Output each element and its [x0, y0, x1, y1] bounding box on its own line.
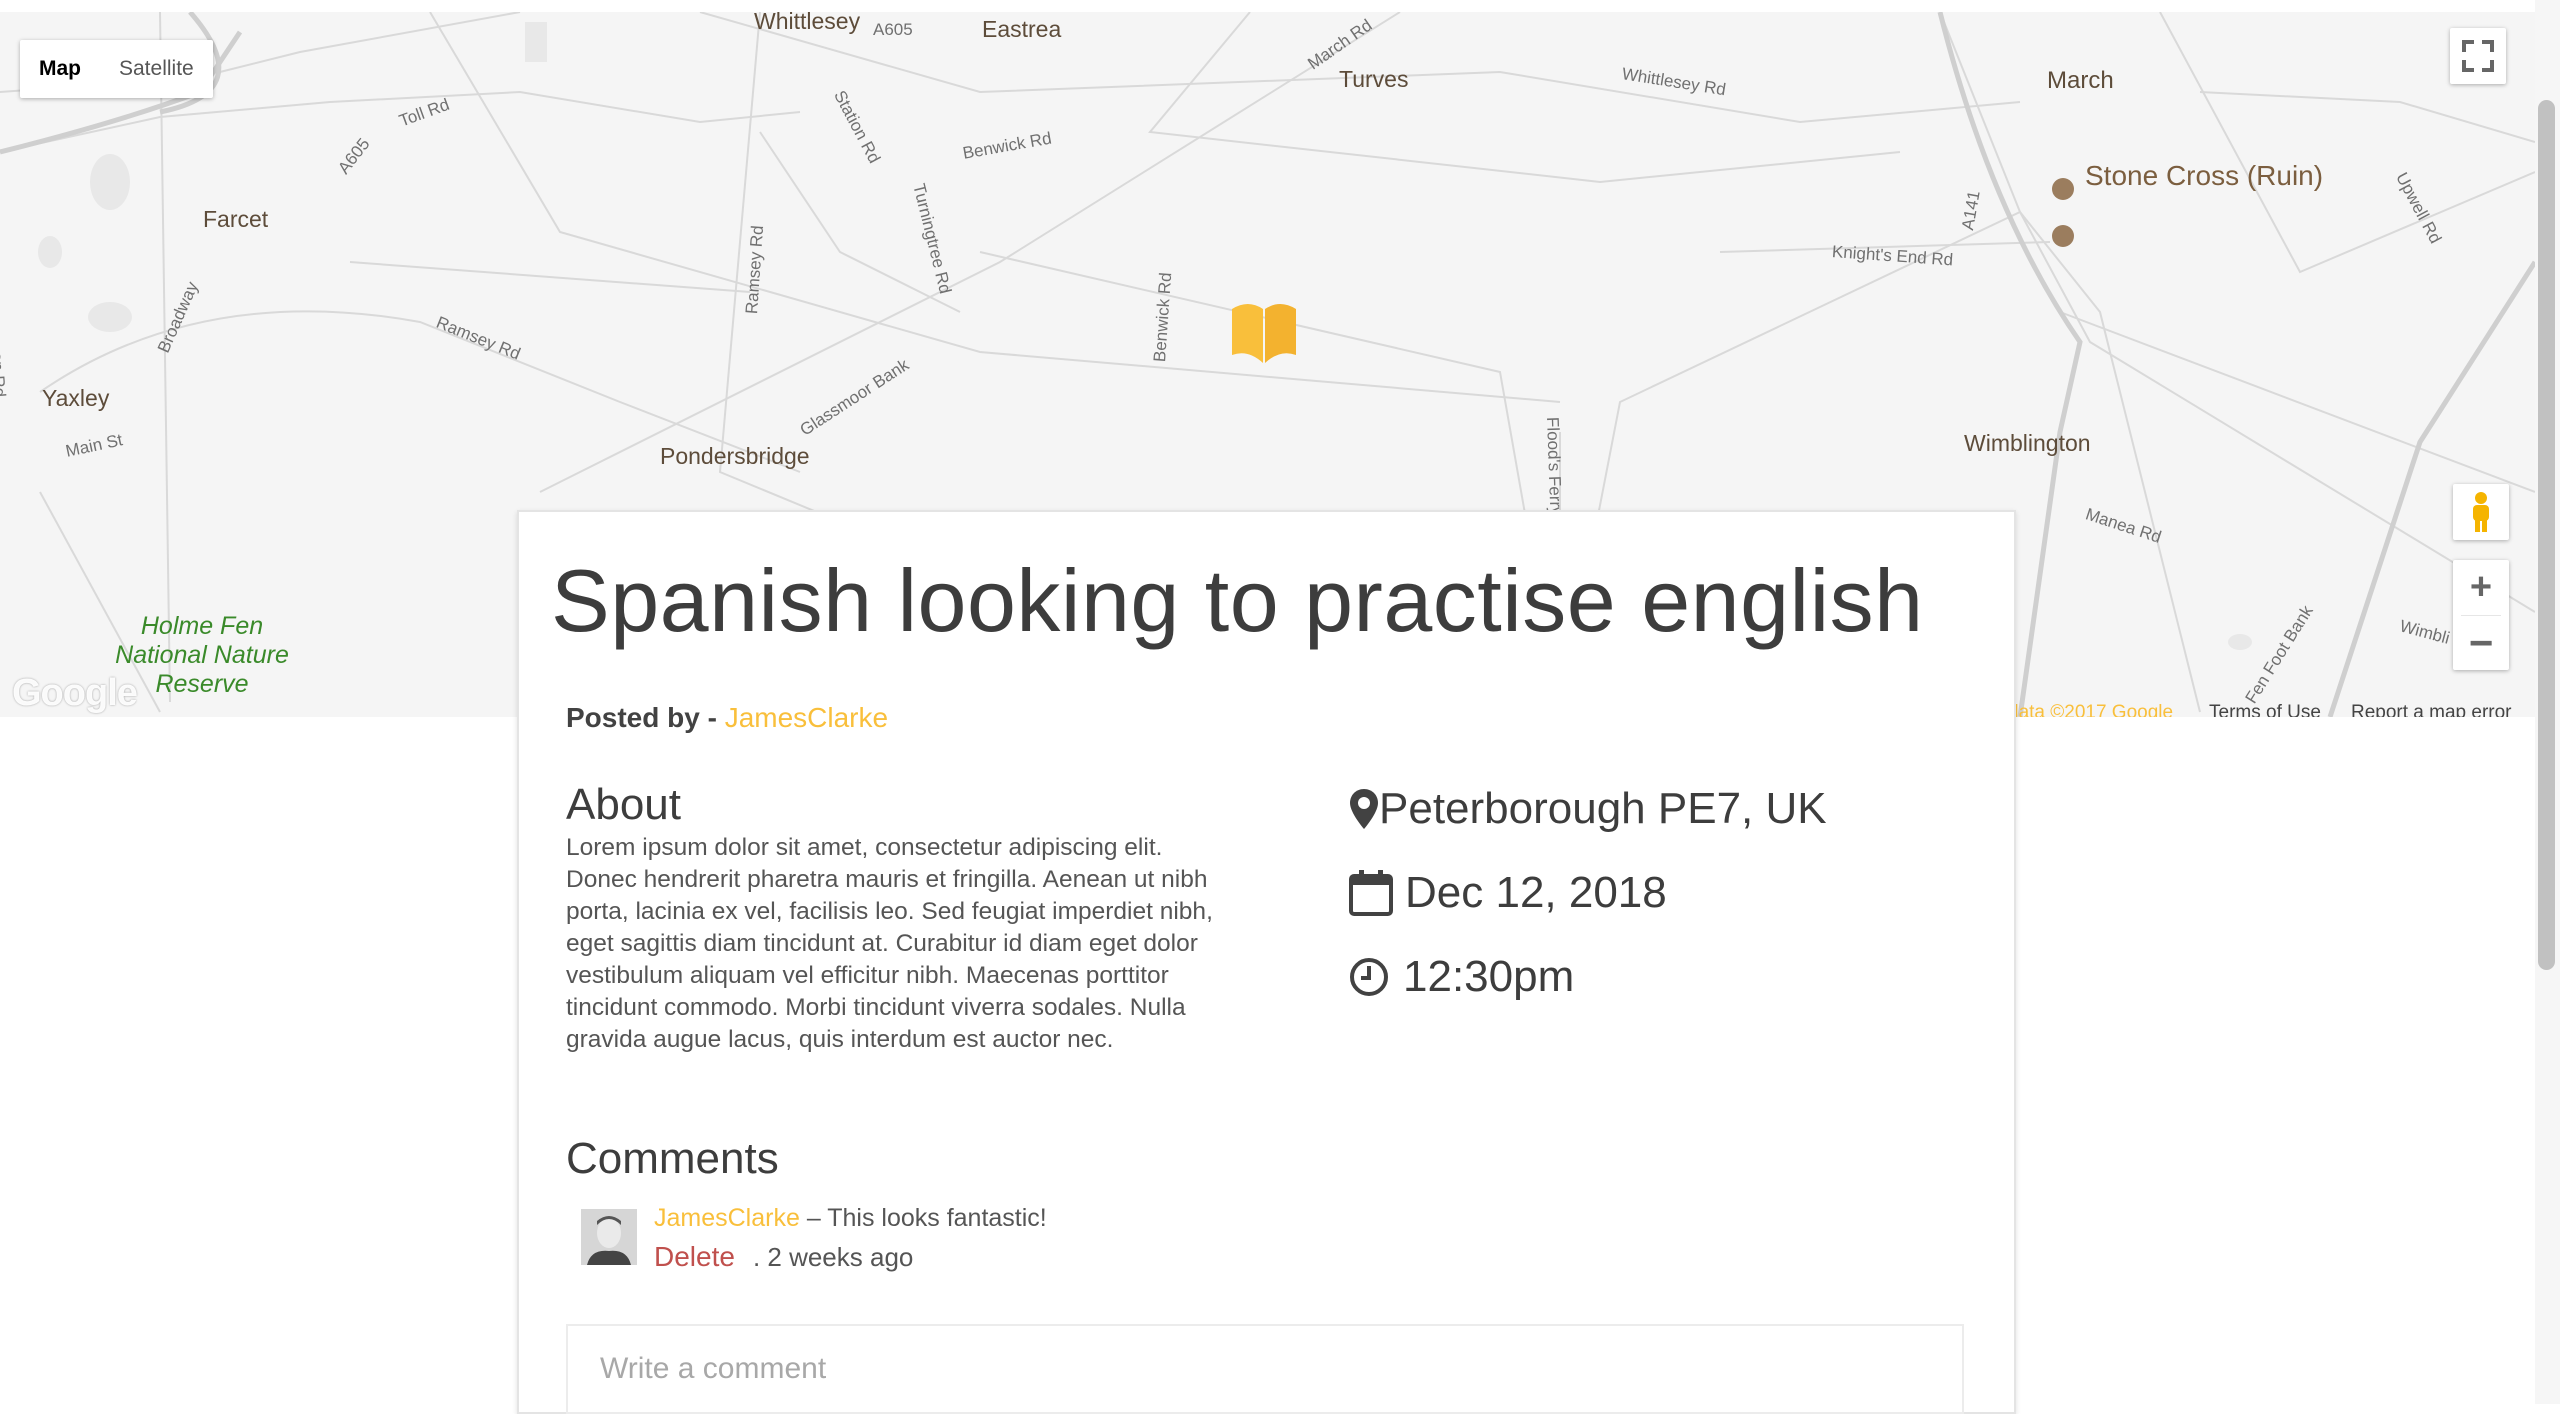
- pegman-icon: [2473, 492, 2489, 532]
- top-strip: [0, 0, 2560, 12]
- terms-of-use-link[interactable]: Terms of Use: [2209, 702, 2321, 717]
- map-type-satellite-button[interactable]: Satellite: [100, 40, 213, 98]
- delete-comment-button[interactable]: Delete: [654, 1241, 735, 1272]
- avatar[interactable]: [581, 1209, 637, 1265]
- zoom-in-button[interactable]: +: [2453, 561, 2509, 615]
- landmark-icon: [2052, 178, 2074, 200]
- calendar-icon: [1349, 870, 1393, 916]
- road-label: A605: [873, 20, 913, 39]
- comment-meta: Delete . 2 weeks ago: [654, 1241, 913, 1273]
- time-row: 12:30pm: [1349, 952, 1574, 1002]
- map-type-control: Map Satellite: [20, 40, 213, 98]
- map-type-map-button[interactable]: Map: [20, 40, 100, 98]
- google-logo[interactable]: Google: [12, 672, 138, 715]
- author-link[interactable]: JamesClarke: [725, 702, 888, 733]
- event-card: Spanish looking to practise english Post…: [517, 510, 2016, 1414]
- street-view-button[interactable]: [2453, 484, 2509, 540]
- location-text: Peterborough PE7, UK: [1379, 784, 1827, 833]
- location-row: Peterborough PE7, UK: [1349, 784, 1827, 834]
- date-text: Dec 12, 2018: [1405, 868, 1667, 917]
- map-data-attribution: data ©2017 Google: [2008, 702, 2174, 717]
- fullscreen-button[interactable]: [2450, 28, 2506, 84]
- comment-age: . 2 weeks ago: [752, 1242, 914, 1272]
- zoom-control: + −: [2453, 560, 2509, 670]
- comment-author-link[interactable]: JamesClarke: [654, 1204, 800, 1232]
- map-pin-icon: [1350, 789, 1378, 829]
- place-label: Pondersbridge: [660, 443, 810, 469]
- comment-text: – This looks fantastic!: [799, 1204, 1047, 1232]
- clock-icon: [1350, 958, 1388, 996]
- book-marker-icon[interactable]: [1230, 297, 1298, 363]
- user-avatar-icon: [581, 1209, 637, 1265]
- place-label: Yaxley: [42, 385, 110, 411]
- place-label: Farcet: [203, 206, 269, 232]
- comments-heading: Comments: [566, 1134, 779, 1183]
- poi-label[interactable]: Stone Cross (Ruin): [2085, 160, 2323, 192]
- place-label: Whittlesey: [754, 12, 861, 34]
- time-text: 12:30pm: [1403, 952, 1575, 1001]
- posted-by: Posted by - JamesClarke: [566, 702, 888, 734]
- comment-body: JamesClarke – This looks fantastic!: [654, 1204, 1047, 1233]
- place-label: March: [2047, 67, 2114, 94]
- place-label: Eastrea: [982, 16, 1062, 42]
- date-row: Dec 12, 2018: [1349, 868, 1667, 918]
- posted-by-label: Posted by -: [566, 702, 725, 733]
- place-label: Turves: [1339, 66, 1409, 92]
- museum-icon: [2052, 225, 2074, 247]
- comment-input[interactable]: [566, 1324, 1964, 1414]
- event-title: Spanish looking to practise english: [551, 551, 1924, 650]
- about-text: Lorem ipsum dolor sit amet, consectetur …: [566, 834, 1213, 1053]
- fullscreen-icon: [2462, 40, 2494, 72]
- scrollbar-thumb[interactable]: [2538, 100, 2555, 970]
- zoom-out-button[interactable]: −: [2453, 616, 2509, 670]
- about-heading: About: [566, 780, 681, 829]
- place-label: Wimblington: [1964, 430, 2091, 456]
- report-map-error-link[interactable]: Report a map error: [2351, 702, 2512, 717]
